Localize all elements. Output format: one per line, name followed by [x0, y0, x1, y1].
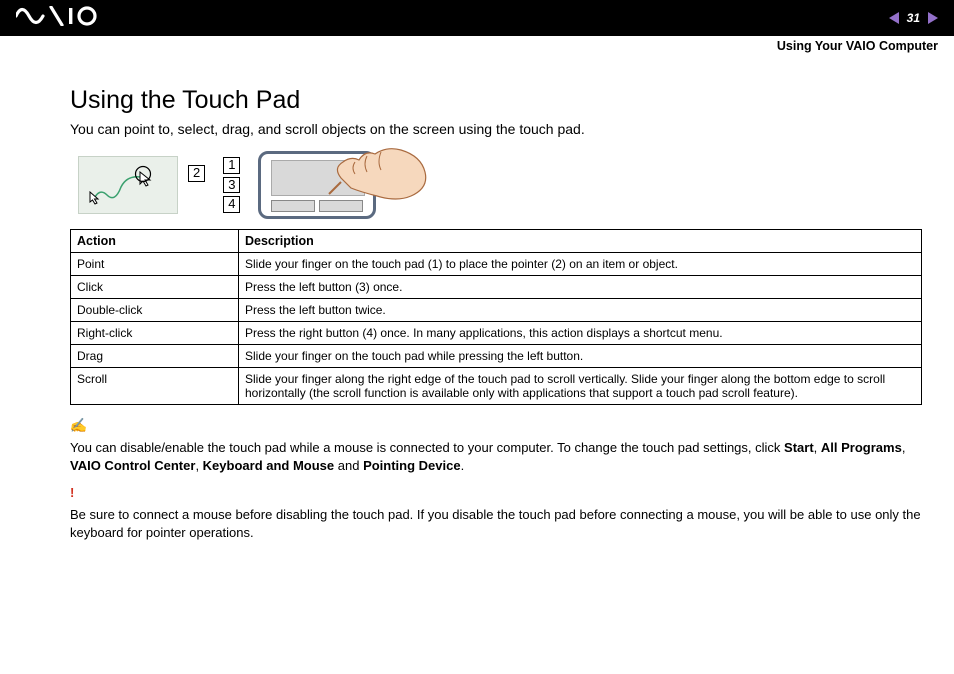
col-action: Action — [71, 230, 239, 253]
intro-text: You can point to, select, drag, and scro… — [70, 121, 922, 137]
table-row: PointSlide your finger on the touch pad … — [71, 253, 922, 276]
warning-icon: ! — [70, 485, 74, 500]
table-row: Double-clickPress the left button twice. — [71, 299, 922, 322]
figure-row: 2 1 3 4 — [78, 151, 922, 219]
col-desc: Description — [239, 230, 922, 253]
prev-page-arrow-icon[interactable] — [889, 12, 899, 24]
touchpad-illustration — [258, 151, 376, 219]
target-ring-icon — [134, 165, 152, 183]
callout-1: 1 — [223, 157, 240, 174]
vaio-logo — [16, 6, 102, 31]
next-page-arrow-icon[interactable] — [928, 12, 938, 24]
table-row: Right-clickPress the right button (4) on… — [71, 322, 922, 345]
note-icon: ✍ — [69, 417, 88, 434]
warning-text: Be sure to connect a mouse before disabl… — [70, 506, 922, 541]
warning-block: ! Be sure to connect a mouse before disa… — [70, 484, 922, 541]
hand-icon — [321, 138, 431, 208]
screen-illustration — [78, 156, 178, 214]
actions-table: Action Description PointSlide your finge… — [70, 229, 922, 405]
header-bar: 31 — [0, 0, 954, 36]
note-block: ✍ You can disable/enable the touch pad w… — [70, 417, 922, 474]
page-title: Using the Touch Pad — [70, 86, 922, 115]
table-row: DragSlide your finger on the touch pad w… — [71, 345, 922, 368]
callout-4: 4 — [223, 196, 240, 213]
page-content: Using the Touch Pad You can point to, se… — [0, 54, 954, 541]
callout-3: 3 — [223, 177, 240, 194]
callout-2: 2 — [188, 165, 205, 182]
pointer-icon — [89, 191, 101, 205]
table-row: ScrollSlide your finger along the right … — [71, 368, 922, 405]
table-row: ClickPress the left button (3) once. — [71, 276, 922, 299]
header-right: 31 — [889, 11, 938, 25]
chapter-title: Using Your VAIO Computer — [777, 39, 938, 53]
page-number: 31 — [907, 11, 920, 25]
